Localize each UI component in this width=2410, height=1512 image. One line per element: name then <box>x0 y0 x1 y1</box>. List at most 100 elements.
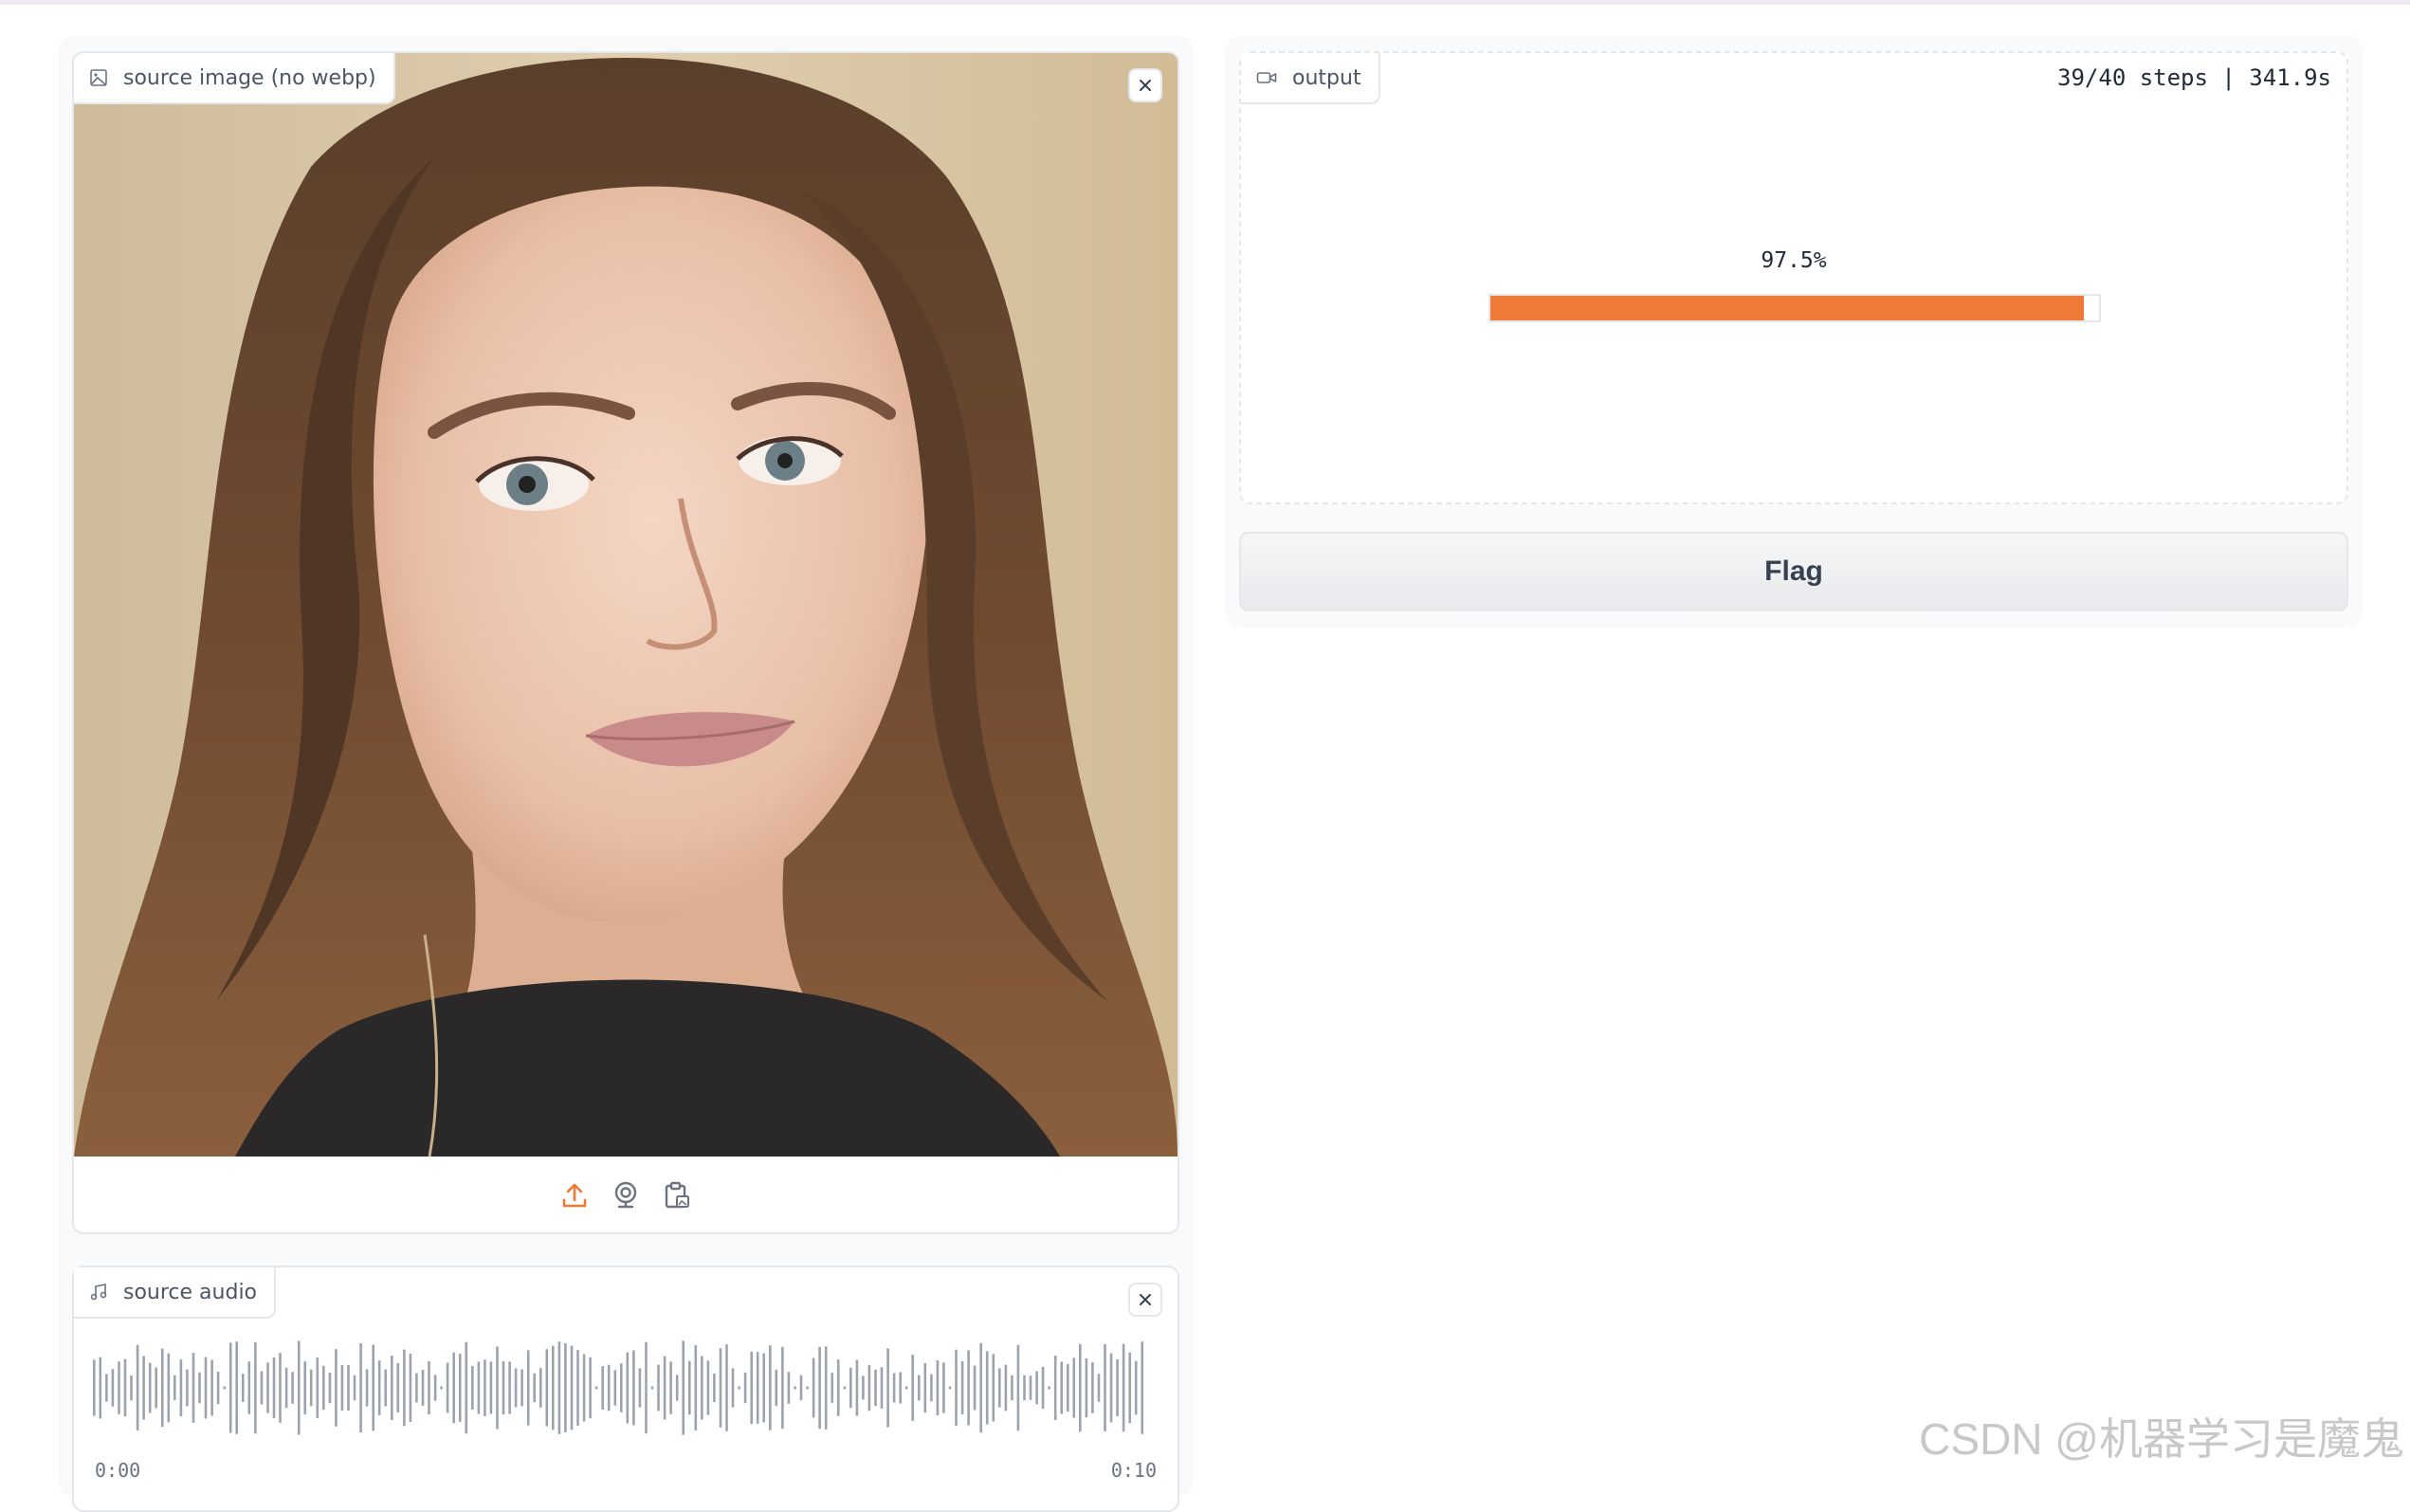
waveform-bar <box>1097 1374 1101 1402</box>
audio-duration: 0:10 <box>1110 1459 1157 1482</box>
waveform-bar <box>731 1368 735 1408</box>
waveform-bar <box>849 1367 852 1409</box>
waveform-bar <box>284 1367 288 1409</box>
audio-waveform[interactable] <box>93 1336 1147 1440</box>
waveform-bar <box>186 1369 189 1407</box>
waveform-bar <box>372 1344 374 1431</box>
waveform-bar <box>514 1368 518 1408</box>
upload-button[interactable] <box>561 1180 588 1211</box>
waveform-bar <box>985 1351 989 1425</box>
waveform-bar <box>582 1354 586 1422</box>
waveform-bar <box>892 1373 896 1403</box>
waveform-bar <box>328 1372 332 1404</box>
audio-input-label-text: source audio <box>123 1280 258 1304</box>
waveform-bar <box>948 1386 952 1390</box>
watermark: CSDN @机器学习是魔鬼 <box>1919 1414 2404 1464</box>
waveform-bar <box>1091 1362 1094 1413</box>
waveform-bar <box>272 1357 276 1418</box>
waveform-bar <box>1141 1341 1144 1434</box>
waveform-bar <box>880 1367 884 1409</box>
waveform-bar <box>992 1354 995 1422</box>
waveform-bar <box>377 1360 381 1415</box>
waveform-bar <box>750 1351 753 1425</box>
waveform-bar <box>998 1368 1001 1408</box>
waveform-bar <box>297 1340 301 1435</box>
waveform-bar <box>904 1386 908 1390</box>
waveform-bar <box>719 1348 722 1428</box>
waveform-bar <box>1023 1375 1026 1401</box>
waveform-bar <box>967 1350 970 1426</box>
waveform-bar <box>391 1355 393 1421</box>
waveform-bar <box>335 1349 338 1427</box>
waveform-bar <box>899 1372 902 1404</box>
waveform-bar <box>353 1375 356 1401</box>
waveform-bar <box>725 1344 728 1431</box>
audio-input[interactable]: source audio 0:00 0:10 <box>72 1266 1179 1512</box>
waveform-bar <box>123 1358 127 1417</box>
waveform-bar <box>111 1369 115 1407</box>
waveform-bar <box>1060 1361 1063 1414</box>
waveform-bar <box>638 1368 642 1408</box>
waveform-bar <box>539 1368 542 1408</box>
waveform-bar <box>421 1370 425 1406</box>
waveform-bar <box>1109 1353 1113 1423</box>
waveform-bar <box>1029 1375 1032 1400</box>
waveform-bar <box>936 1359 940 1416</box>
output-label: output <box>1241 53 1380 104</box>
clear-audio-button[interactable] <box>1128 1283 1162 1317</box>
waveform-bar <box>855 1359 859 1416</box>
waveform-bar <box>682 1340 685 1435</box>
waveform-bar <box>359 1343 362 1433</box>
waveform-bar <box>161 1348 164 1428</box>
waveform-bar <box>142 1356 145 1420</box>
progress-percent: 97.5% <box>1761 248 1827 273</box>
waveform-bar <box>632 1350 635 1426</box>
waveform-bar <box>173 1375 176 1400</box>
close-icon <box>1140 1294 1151 1305</box>
waveform-bar <box>818 1346 821 1430</box>
waveform-bar <box>235 1341 238 1434</box>
waveform-bar <box>198 1372 201 1404</box>
progress-status: 39/40 steps | 341.9s <box>2057 64 2331 91</box>
waveform-bar <box>775 1369 778 1407</box>
waveform-bar <box>781 1346 784 1430</box>
waveform-bar <box>291 1372 294 1404</box>
image-input[interactable]: source image (no webp) <box>72 51 1179 1234</box>
waveform-bar <box>1067 1363 1069 1412</box>
uploaded-portrait-image <box>74 53 1178 1157</box>
waveform-bar <box>148 1362 152 1413</box>
waveform-bar <box>155 1367 157 1409</box>
waveform-bar <box>303 1361 306 1414</box>
image-input-label-text: source image (no webp) <box>123 65 376 90</box>
waveform-bar <box>1134 1360 1138 1415</box>
clear-image-button[interactable] <box>1128 68 1162 102</box>
video-output: output 39/40 steps | 341.9s 97.5% <box>1239 51 2348 504</box>
waveform-bar <box>1016 1344 1020 1431</box>
audio-input-label: source audio <box>74 1267 277 1319</box>
waveform-bar <box>613 1370 617 1406</box>
waveform-bar <box>415 1373 418 1403</box>
waveform-bar <box>446 1362 449 1413</box>
paste-from-clipboard-button[interactable] <box>664 1180 690 1211</box>
image-source-toolbar <box>74 1158 1178 1232</box>
clipboard-icon <box>665 1181 689 1209</box>
waveform-bar <box>787 1372 791 1404</box>
waveform-bar <box>365 1369 369 1407</box>
waveform-bar <box>545 1349 549 1427</box>
waveform-bar <box>1048 1386 1050 1390</box>
waveform-bar <box>316 1357 320 1418</box>
waveform-bar <box>663 1356 666 1420</box>
waveform-bar <box>520 1369 523 1407</box>
flag-button[interactable]: Flag <box>1239 532 2348 611</box>
waveform-bar <box>433 1375 437 1401</box>
audio-current-time: 0:00 <box>95 1459 141 1482</box>
waveform-bar <box>552 1345 555 1430</box>
webcam-button[interactable] <box>612 1180 639 1211</box>
waveform-bar <box>210 1359 213 1416</box>
waveform-bar <box>576 1350 579 1426</box>
waveform-bar <box>886 1348 889 1428</box>
waveform-bar <box>167 1353 171 1423</box>
image-icon <box>90 69 107 86</box>
waveform-bar <box>769 1345 772 1430</box>
waveform-bar <box>228 1342 232 1433</box>
